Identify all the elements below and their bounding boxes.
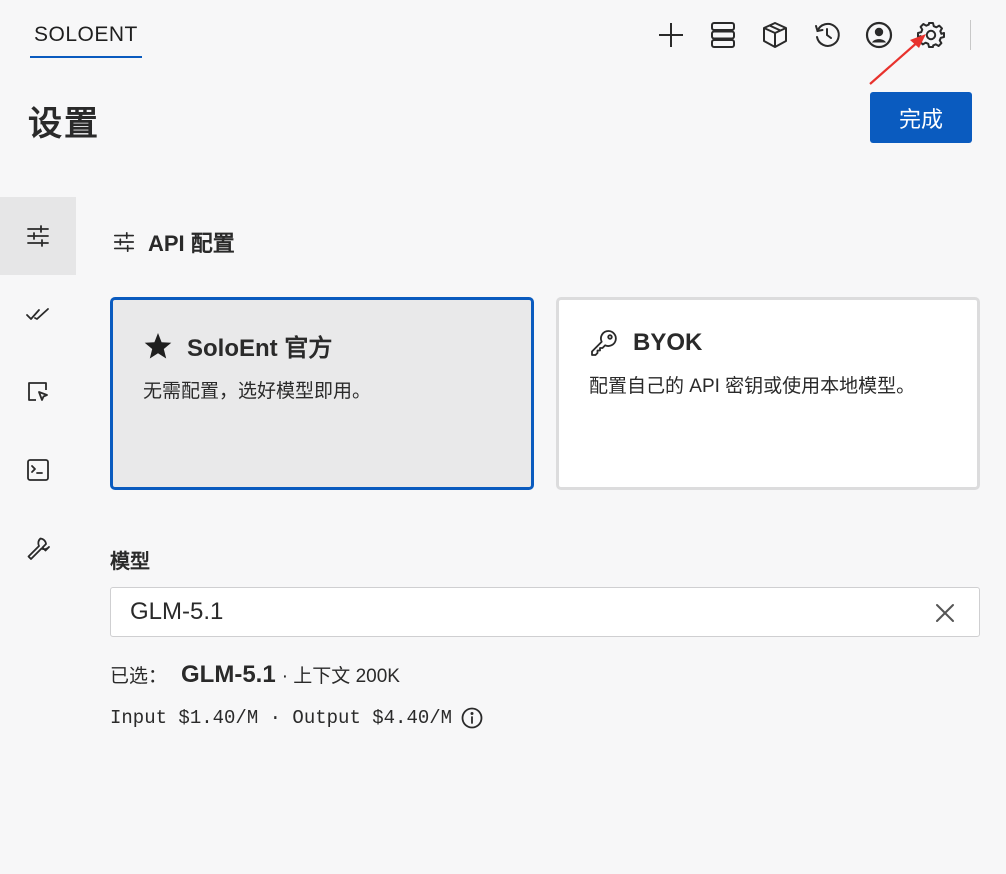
double-check-icon xyxy=(26,308,49,320)
sidebar-item-browser[interactable] xyxy=(0,353,76,431)
card-description: 无需配置，选好模型即用。 xyxy=(143,381,372,402)
card-header: BYOK xyxy=(589,328,947,358)
star-icon xyxy=(144,332,172,358)
api-config-header: API 配置 xyxy=(112,226,235,258)
card-description: 配置自己的 API 密钥或使用本地模型。 xyxy=(589,376,916,397)
sidebar-item-tools[interactable] xyxy=(0,509,76,587)
server-icon xyxy=(711,22,735,48)
key-icon xyxy=(591,330,617,356)
sliders-icon xyxy=(27,225,49,247)
wrench-icon xyxy=(27,537,50,560)
cube-icon xyxy=(763,22,787,48)
card-title: SoloEnt 官方 xyxy=(187,335,333,362)
card-header: SoloEnt 官方 xyxy=(143,328,501,363)
settings-window: SOLOENT 设置 完成 API 配置 SoloEnt 官方 无需配置，选好模… xyxy=(0,0,1006,874)
section-title: API 配置 xyxy=(148,231,235,256)
page-title: 设置 xyxy=(28,105,100,143)
sidebar-item-approvals[interactable] xyxy=(0,275,76,353)
brand-tab[interactable]: SOLOENT xyxy=(30,20,142,58)
selected-model-name: GLM-5.1 xyxy=(181,661,276,688)
context-size: · 上下文 200K xyxy=(281,666,400,687)
sidebar-item-terminal[interactable] xyxy=(0,431,76,509)
model-label: 模型 xyxy=(110,551,150,573)
new-button[interactable] xyxy=(654,17,688,53)
servers-button[interactable] xyxy=(706,17,740,53)
history-button[interactable] xyxy=(810,17,844,53)
plus-icon xyxy=(659,23,683,47)
close-icon[interactable] xyxy=(933,601,957,625)
mode-card-official[interactable]: SoloEnt 官方 无需配置，选好模型即用。 xyxy=(110,297,534,490)
pricing-summary: Input $1.40/M · Output $4.40/M xyxy=(110,706,484,730)
sidebar-item-api-config[interactable] xyxy=(0,197,76,275)
card-title: BYOK xyxy=(633,329,703,356)
annotation-arrow-icon xyxy=(869,34,926,85)
info-icon[interactable] xyxy=(460,706,484,730)
model-input[interactable] xyxy=(111,588,979,636)
selected-prefix: 已选： xyxy=(110,666,168,687)
settings-sidebar xyxy=(0,197,76,587)
pricing-text: Input $1.40/M · Output $4.40/M xyxy=(110,707,453,729)
toolbar-divider xyxy=(970,20,971,50)
selected-model-summary: 已选： GLM-5.1 · 上下文 200K xyxy=(110,661,400,689)
mode-card-byok[interactable]: BYOK 配置自己的 API 密钥或使用本地模型。 xyxy=(556,297,980,490)
terminal-icon xyxy=(27,459,49,481)
done-button[interactable]: 完成 xyxy=(870,92,972,143)
packages-button[interactable] xyxy=(758,17,792,53)
top-bar: SOLOENT xyxy=(0,0,1006,85)
history-icon xyxy=(815,22,840,47)
cursor-window-icon xyxy=(28,382,48,401)
model-input-wrapper xyxy=(110,587,980,637)
sliders-icon xyxy=(113,231,135,253)
